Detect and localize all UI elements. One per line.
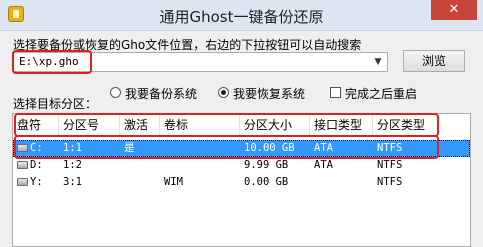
chevron-down-icon[interactable]: ▼	[371, 54, 385, 70]
volume-label: WIM	[164, 176, 183, 188]
drive-icon	[17, 161, 28, 169]
backup-radio[interactable]	[110, 87, 121, 98]
partition-type: NTFS	[377, 176, 403, 188]
backup-radio-label: 我要备份系统	[125, 87, 198, 101]
header-highlight-box	[14, 113, 439, 137]
drive-letter: D:	[30, 159, 43, 171]
target-partition-label: 选择目标分区：	[13, 97, 98, 111]
path-highlight-box	[12, 50, 92, 74]
restore-radio-label: 我要恢复系统	[233, 87, 306, 101]
reboot-checkbox[interactable]	[330, 87, 341, 98]
drive-letter: Y:	[30, 176, 43, 188]
active-flag	[120, 174, 160, 191]
interface-type	[310, 174, 373, 191]
partition-number: 1:2	[63, 159, 82, 171]
title-bar: 通用Ghost一键备份还原 ✕	[0, 0, 483, 31]
browse-button[interactable]: 浏览	[403, 50, 465, 72]
interface-type: ATA	[314, 159, 333, 171]
drive-icon	[17, 178, 28, 186]
partition-number: 3:1	[63, 176, 82, 188]
selected-row-highlight-box	[14, 135, 439, 159]
close-button[interactable]: ✕	[431, 0, 477, 20]
window-title: 通用Ghost一键备份还原	[159, 8, 324, 26]
volume-label	[160, 157, 240, 174]
reboot-checkbox-label: 完成之后重启	[345, 87, 418, 101]
table-row[interactable]: Y: 3:1 WIM 0.00 GB NTFS	[13, 174, 470, 191]
table-row[interactable]: D: 1:2 9.99 GB ATA NTFS	[13, 157, 470, 174]
restore-radio[interactable]	[218, 87, 229, 98]
active-flag	[120, 157, 160, 174]
partition-size: 0.00 GB	[244, 176, 289, 188]
partition-size: 9.99 GB	[244, 159, 289, 171]
partition-type: NTFS	[377, 159, 403, 171]
